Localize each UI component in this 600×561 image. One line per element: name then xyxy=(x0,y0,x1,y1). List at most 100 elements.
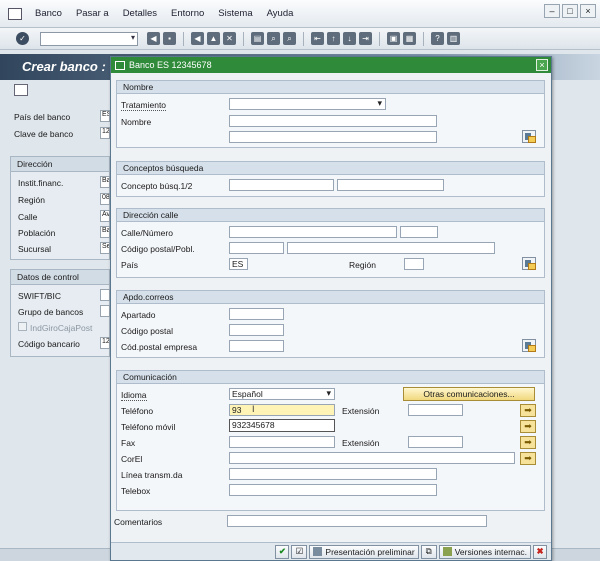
extension-field[interactable] xyxy=(408,404,463,416)
bg-poblacion-field[interactable]: Ba xyxy=(100,226,110,238)
group-nombre-title: Nombre xyxy=(117,81,544,94)
calle-field[interactable] xyxy=(229,226,397,238)
bg-calle-field[interactable]: Av xyxy=(100,210,110,222)
find-next-icon[interactable]: ⌕ xyxy=(283,32,296,45)
close-window-icon[interactable]: × xyxy=(580,4,596,18)
bg-codigo-bancario-field[interactable]: 12 xyxy=(100,337,110,349)
maximize-icon[interactable]: □ xyxy=(562,4,578,18)
poblacion-field[interactable] xyxy=(287,242,495,254)
tratamiento-select[interactable] xyxy=(229,98,386,110)
first-page-icon[interactable]: ⇤ xyxy=(311,32,324,45)
movil-label: Teléfono móvil xyxy=(121,422,176,432)
group-direccion-title: Dirección calle xyxy=(117,209,544,222)
region-field[interactable] xyxy=(404,258,424,270)
system-menu-icon[interactable] xyxy=(8,7,22,20)
nombre-field-1[interactable] xyxy=(229,115,437,127)
fax-field[interactable] xyxy=(229,436,335,448)
back-icon[interactable]: ◀ xyxy=(191,32,204,45)
dialog-title-bar: Banco ES 12345678 xyxy=(111,57,551,73)
bg-direccion-title: Dirección xyxy=(11,157,109,172)
toolbar-separator xyxy=(183,31,184,46)
comentarios-field[interactable] xyxy=(227,515,487,527)
bg-sucursal-field[interactable]: Se xyxy=(100,242,110,254)
more-address-icon[interactable] xyxy=(522,257,536,270)
menu-banco[interactable]: Banco xyxy=(35,8,62,19)
copy-icon[interactable]: ⧉ xyxy=(420,544,437,559)
cancel-icon[interactable]: ✕ xyxy=(223,32,236,45)
bg-instit-field[interactable]: Ba xyxy=(100,176,110,188)
pais-field[interactable]: ES xyxy=(229,258,248,270)
apartado-field[interactable] xyxy=(229,308,284,320)
correl-more-icon[interactable]: ➡ xyxy=(520,452,536,465)
menu-sistema[interactable]: Sistema xyxy=(218,8,252,19)
correl-field[interactable] xyxy=(229,452,515,464)
cancel-dialog-button[interactable]: ✖ xyxy=(533,544,547,559)
save-icon[interactable]: ▪ xyxy=(163,32,176,45)
print-icon[interactable]: ▤ xyxy=(251,32,264,45)
command-field[interactable] xyxy=(40,31,138,46)
bg-swift-field[interactable] xyxy=(100,289,110,301)
back-arrow-icon[interactable]: ◀ xyxy=(147,32,160,45)
minimize-icon[interactable]: – xyxy=(544,4,560,18)
versiones-label: Versiones internac. xyxy=(454,546,527,557)
idioma-select[interactable]: Español xyxy=(229,388,335,400)
check-icon[interactable]: ☑ xyxy=(291,544,308,559)
telebox-field[interactable] xyxy=(229,484,437,496)
bg-pais-banco-field[interactable]: ES xyxy=(100,110,110,122)
bg-label-codigo-bancario: Código bancario xyxy=(18,339,80,349)
concepto-field-1[interactable] xyxy=(229,179,334,191)
group-comunicacion: Comunicación Idioma Español Otras comuni… xyxy=(116,370,545,511)
toolbar-separator xyxy=(303,31,304,46)
bg-clave-banco-field[interactable]: 12 xyxy=(100,127,110,139)
dialog-window-icon xyxy=(115,60,125,70)
bg-region-field[interactable]: 08 xyxy=(100,193,110,205)
find-icon[interactable]: ⌕ xyxy=(267,32,280,45)
telefono-field[interactable]: 93 xyxy=(229,404,335,416)
enter-icon[interactable]: ✓ xyxy=(16,32,29,45)
presentacion-preliminar-button[interactable]: Presentación preliminar xyxy=(309,544,419,559)
cp-empresa-field[interactable] xyxy=(229,340,284,352)
calle-label: Calle/Número xyxy=(121,228,173,238)
bg-indgiro-checkbox[interactable] xyxy=(18,322,27,331)
bg-grupo-bancos-field[interactable] xyxy=(100,305,110,317)
more-fields-icon[interactable] xyxy=(522,130,536,143)
numero-field[interactable] xyxy=(400,226,438,238)
fax-label: Fax xyxy=(121,438,136,448)
cp-poblacion-label: Código postal/Pobl. xyxy=(121,244,195,254)
fax-more-icon[interactable]: ➡ xyxy=(520,436,536,449)
correl-label: CorEl xyxy=(121,454,143,464)
last-page-icon[interactable]: ⇥ xyxy=(359,32,372,45)
dialog-close-icon[interactable]: × xyxy=(536,59,548,71)
confirm-button[interactable]: ✔ xyxy=(275,544,290,559)
menu-ayuda[interactable]: Ayuda xyxy=(267,8,294,19)
help-icon[interactable]: ? xyxy=(431,32,444,45)
next-page-icon[interactable]: ↓ xyxy=(343,32,356,45)
fax-extension-field[interactable] xyxy=(408,436,463,448)
previous-page-icon[interactable]: ↑ xyxy=(327,32,340,45)
new-session-icon[interactable]: ▣ xyxy=(387,32,400,45)
movil-more-icon[interactable]: ➡ xyxy=(520,420,536,433)
otras-comunicaciones-button[interactable]: Otras comunicaciones... xyxy=(403,387,535,401)
linea-field[interactable] xyxy=(229,468,437,480)
nombre-field-2[interactable] xyxy=(229,131,437,143)
layout-menu-icon[interactable]: ▥ xyxy=(447,32,460,45)
telefono-more-icon[interactable]: ➡ xyxy=(520,404,536,417)
toolbar-separator xyxy=(379,31,380,46)
text-cursor-icon: I xyxy=(252,404,255,414)
concepto-field-2[interactable] xyxy=(337,179,444,191)
group-nombre: Nombre Tratamiento Nombre xyxy=(116,80,545,148)
group-conceptos: Conceptos búsqueda Concepto búsq.1/2 xyxy=(116,161,545,197)
linea-label: Línea transm.da xyxy=(121,470,183,480)
menu-pasar-a[interactable]: Pasar a xyxy=(76,8,109,19)
versiones-internac-button[interactable]: Versiones internac. xyxy=(438,544,531,559)
telefono-autocomplete[interactable]: 932345678 xyxy=(229,419,335,432)
versions-icon xyxy=(442,547,452,556)
exit-icon[interactable]: ▲ xyxy=(207,32,220,45)
shortcut-icon[interactable]: ▦ xyxy=(403,32,416,45)
codigo-postal-field[interactable] xyxy=(229,242,284,254)
more-apdo-icon[interactable] xyxy=(522,339,536,352)
apdo-cp-field[interactable] xyxy=(229,324,284,336)
menu-entorno[interactable]: Entorno xyxy=(171,8,204,19)
application-toolbar-icon[interactable] xyxy=(14,84,28,96)
menu-detalles[interactable]: Detalles xyxy=(123,8,157,19)
